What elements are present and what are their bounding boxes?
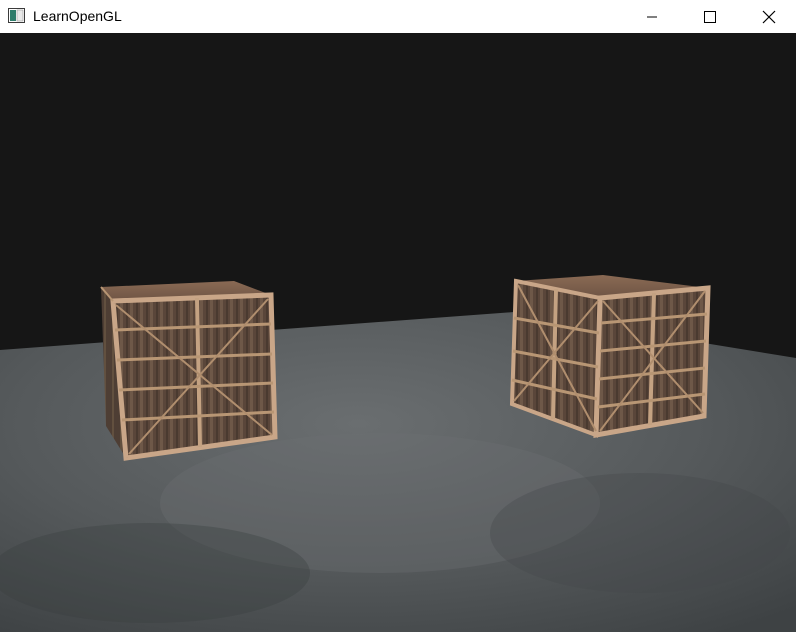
opengl-app-icon: [8, 8, 25, 23]
maximize-icon: [704, 10, 716, 23]
minimize-button[interactable]: [629, 0, 675, 33]
close-icon: [762, 10, 776, 24]
close-button[interactable]: [746, 0, 792, 33]
window-title: LearnOpenGL: [33, 8, 122, 24]
title-bar[interactable]: LearnOpenGL: [0, 0, 796, 33]
app-window: LearnOpenGL: [0, 0, 796, 632]
wooden-crate-left: [100, 281, 278, 461]
opengl-viewport[interactable]: [0, 33, 796, 632]
minimize-icon: [646, 11, 658, 23]
wooden-crate-right: [509, 275, 711, 438]
maximize-button[interactable]: [687, 0, 733, 33]
